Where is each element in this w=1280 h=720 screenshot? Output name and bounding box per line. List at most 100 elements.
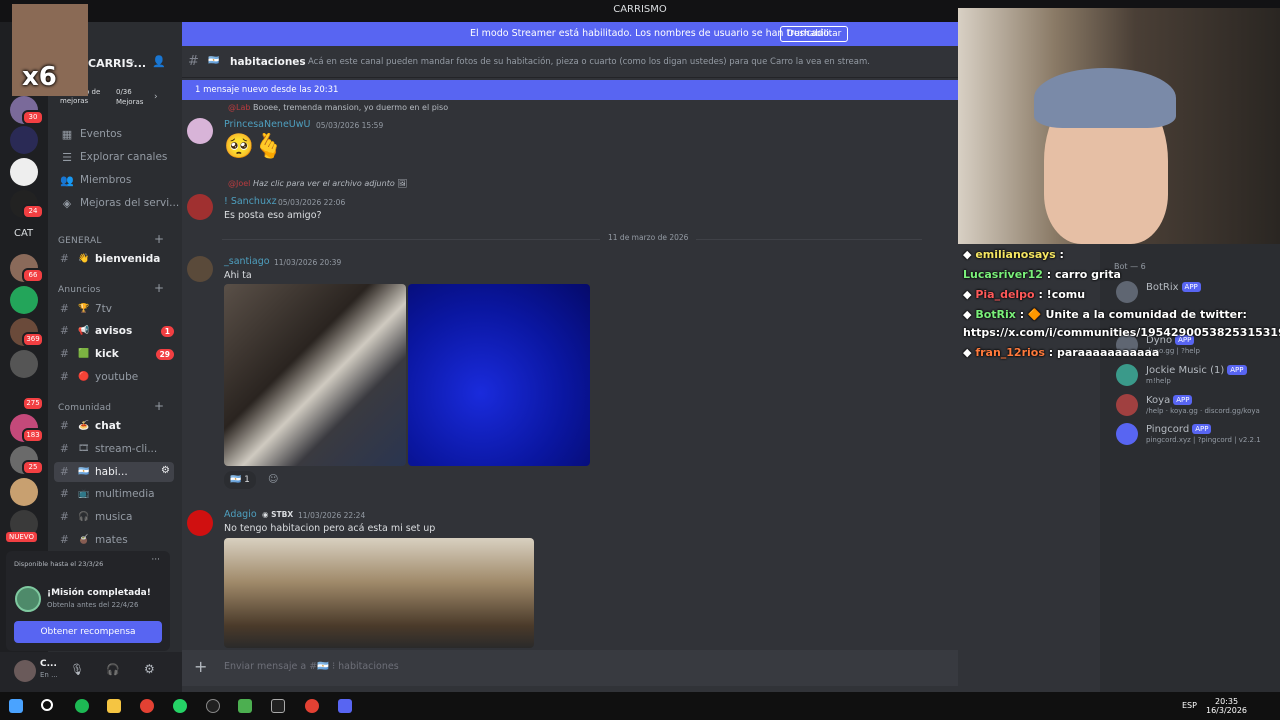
guild-tag: ◉ STBX [262, 510, 294, 519]
server-icon[interactable] [10, 126, 38, 154]
server-name[interactable]: CARRIS... [88, 57, 146, 70]
channel-multimedia[interactable]: # 📺 multimedia [54, 484, 174, 504]
microphone-icon[interactable]: 🎙 [70, 663, 84, 676]
channel-label: habi... [95, 466, 128, 478]
chat-text: paraaaaaaaaaaa [1056, 346, 1160, 359]
message-input[interactable]: Enviar mensaje a #🇦🇷 ⁝ habitaciones [224, 661, 399, 672]
reaction-pill[interactable]: 🇦🇷 1 [224, 471, 256, 489]
nav-browse-channels[interactable]: ☰ Explorar canales [58, 147, 180, 167]
member-item[interactable]: Koya APP/help · koya.gg · discord.gg/koya [1116, 394, 1280, 420]
channel-label: avisos [95, 325, 133, 337]
channel-chat[interactable]: # 🍝 chat [54, 416, 174, 436]
nav-boosts[interactable]: ◈ Mejoras del servi... [58, 193, 180, 213]
server-icon[interactable] [10, 350, 38, 378]
channel-kick[interactable]: # 🟩 kick 29 [54, 344, 174, 364]
new-messages-bar[interactable]: 1 mensaje nuevo desde las 20:31 [182, 80, 958, 100]
whatsapp-icon[interactable] [173, 699, 187, 713]
room-photo-2[interactable] [408, 284, 590, 466]
disable-streamer-button[interactable]: Deshabilitar [780, 26, 849, 42]
channel-avisos[interactable]: # 📢 avisos 1 [54, 321, 174, 341]
spotify-icon[interactable] [75, 699, 89, 713]
more-icon[interactable]: ··· [151, 555, 160, 565]
nav-label: Miembros [80, 174, 132, 186]
search-icon[interactable] [41, 699, 53, 711]
channel-musica[interactable]: # 🎧 musica [54, 507, 174, 527]
chat-area: # 🇦🇷 habitaciones Acá en este canal pued… [182, 46, 1079, 692]
badge-icon: ◆ [963, 288, 972, 301]
channel-label: musica [95, 511, 133, 523]
channel-stream-clips[interactable]: # 🎞 stream-cli... [54, 439, 174, 459]
message-timestamp: 11/03/2026 22:24 [298, 511, 366, 520]
attach-plus-icon[interactable]: + [194, 657, 207, 676]
folder-label: CAT [14, 228, 34, 239]
claim-reward-button[interactable]: Obtener recompensa [14, 621, 162, 643]
avatar[interactable] [14, 660, 36, 682]
obs-icon[interactable] [206, 699, 220, 713]
avatar[interactable] [187, 118, 213, 144]
channel-label: multimedia [95, 488, 155, 500]
category-general[interactable]: GENERAL [58, 236, 102, 246]
message-author[interactable]: _santiago [224, 256, 270, 267]
avatar[interactable] [187, 194, 213, 220]
category-anuncios[interactable]: Anuncios [58, 285, 101, 295]
chrome-icon[interactable] [140, 699, 154, 713]
channel-youtube[interactable]: # 🔴 youtube [54, 367, 174, 387]
mission-subtitle: Obtenla antes del 22/4/26 [47, 601, 139, 609]
message-composer[interactable]: + Enviar mensaje a #🇦🇷 ⁝ habitaciones 🎁 [182, 650, 980, 686]
nav-members[interactable]: 👥 Miembros [58, 170, 180, 190]
chrome-icon[interactable] [305, 699, 319, 713]
message-text: No tengo habitacion pero acá esta mi set… [224, 523, 436, 534]
reply-preview[interactable]: @Joel Haz clic para ver el archivo adjun… [228, 179, 407, 188]
language-indicator[interactable]: ESP [1182, 701, 1197, 710]
message-author[interactable]: Adagio [224, 509, 257, 520]
channel-label: 7tv [95, 303, 113, 315]
clock[interactable]: 20:35 16/3/2026 [1206, 697, 1247, 715]
message-author[interactable]: ! Sanchuxz [224, 196, 277, 207]
reply-user: @Joel [228, 179, 251, 188]
setup-photo[interactable] [224, 538, 534, 648]
server-icon[interactable] [10, 158, 38, 186]
room-photo-1[interactable] [224, 284, 406, 466]
avatar [1116, 423, 1138, 445]
add-user-icon[interactable]: 👤 [152, 55, 166, 68]
channel-7tv[interactable]: # 🏆 7tv [54, 299, 174, 319]
app-icon[interactable] [271, 699, 285, 713]
windows-taskbar: ESP 20:35 16/3/2026 [0, 692, 1280, 720]
category-comunidad[interactable]: Comunidad [58, 403, 111, 413]
add-channel-icon[interactable]: + [154, 399, 164, 413]
channel-title: habitaciones [230, 56, 306, 68]
mission-availability: Disponible hasta el 23/3/26 [14, 560, 104, 568]
server-badge: 183 [22, 428, 44, 443]
add-channel-icon[interactable]: + [154, 281, 164, 295]
new-badge: NUEVO [6, 532, 37, 542]
folder-icon[interactable] [107, 699, 121, 713]
discord-icon[interactable] [338, 699, 352, 713]
nav-label: Explorar canales [80, 151, 168, 163]
reply-preview[interactable]: @Lab Booee, tremenda mansion, yo duermo … [228, 103, 448, 112]
nav-events[interactable]: ▦ Eventos [58, 124, 180, 144]
members-icon: 👥 [60, 173, 74, 187]
add-channel-icon[interactable]: + [154, 232, 164, 246]
avatar[interactable] [187, 510, 213, 536]
boost-count: 0/36 [116, 88, 132, 96]
gear-icon[interactable]: ⚙ [161, 465, 170, 476]
server-icon[interactable] [10, 286, 38, 314]
member-item[interactable]: Pingcord APP pingcord.xyz | ?pingcord | v2… [1116, 423, 1280, 449]
settings-gear-icon[interactable]: ⚙ [144, 662, 155, 676]
channel-bienvenida[interactable]: # 👋 bienvenida [54, 249, 174, 269]
avatar[interactable] [187, 256, 213, 282]
server-badge: 25 [22, 460, 44, 475]
windows-start-icon[interactable] [9, 699, 23, 713]
server-icon[interactable] [10, 478, 38, 506]
chevron-down-icon[interactable]: ⌄ [128, 55, 136, 66]
channel-topic[interactable]: Acá en este canal pueden mandar fotos de… [308, 57, 870, 67]
headphones-icon[interactable]: 🎧 [106, 663, 120, 676]
webcam-overlay [958, 8, 1280, 244]
chat-line: Lucasriver12 : carro grita [963, 268, 1121, 281]
message-author[interactable]: PrincesaNeneUwU [224, 119, 310, 130]
add-reaction-icon[interactable]: ☺ [268, 474, 278, 485]
channel-habitaciones[interactable]: # 🇦🇷 habi... ⚙ [54, 462, 174, 482]
app-icon[interactable] [238, 699, 252, 713]
channel-mates[interactable]: # 🧉 mates [54, 530, 174, 550]
user-panel: C... En ... 🎙 🎧 ⚙ [0, 652, 182, 692]
